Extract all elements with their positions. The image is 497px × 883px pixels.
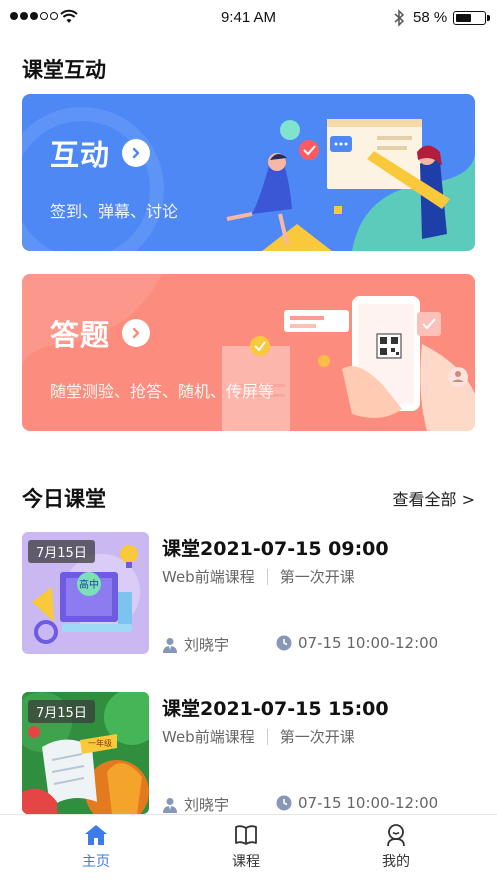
course-title: 课堂2021-07-15 09:00 — [162, 538, 389, 560]
date-tag: 7月15日 — [28, 700, 95, 723]
home-icon — [85, 825, 107, 845]
see-all-link[interactable]: 查看全部 > — [393, 486, 476, 510]
tab-course[interactable]: 课程 — [196, 823, 296, 871]
interact-card[interactable]: 互动 签到、弹幕、讨论 — [22, 94, 475, 251]
divider — [266, 568, 268, 585]
thumb-badge-text: 一年级 — [88, 738, 112, 748]
battery-icon — [453, 11, 486, 25]
course-list-item[interactable]: 一年级 7月15日 课堂2021-07-15 15:00 Web前端课程 第一次… — [22, 692, 475, 814]
course-title: 课堂2021-07-15 15:00 — [162, 698, 389, 720]
bluetooth-icon — [394, 9, 405, 27]
course-teacher: 刘晓宇 — [162, 794, 229, 815]
battery-percent: 58 % — [413, 9, 448, 26]
tab-bar: 主页 课程 我的 — [0, 814, 497, 883]
section-title-today: 今日课堂 — [22, 487, 106, 511]
user-icon — [387, 824, 405, 847]
tab-course-label: 课程 — [232, 854, 260, 870]
course-time: 07-15 10:00-12:00 — [276, 794, 438, 812]
teacher-icon — [163, 797, 177, 813]
section-title-interact: 课堂互动 — [22, 58, 106, 82]
interact-card-heading: 互动 — [50, 132, 151, 174]
thumb-badge-text: 高中 — [79, 578, 99, 591]
course-meta: Web前端课程 第一次开课 — [162, 566, 355, 587]
course-meta: Web前端课程 第一次开课 — [162, 726, 355, 747]
course-teacher: 刘晓宇 — [162, 634, 229, 655]
chevron-right-icon — [122, 139, 151, 167]
tab-home[interactable]: 主页 — [46, 823, 146, 871]
clock-icon — [276, 635, 292, 651]
tab-mine[interactable]: 我的 — [346, 823, 446, 871]
teacher-icon — [163, 637, 177, 653]
tab-home-label: 主页 — [82, 854, 110, 870]
tab-mine-label: 我的 — [382, 854, 410, 870]
clock-icon — [276, 795, 292, 811]
teacher-name: 刘晓宇 — [184, 636, 230, 654]
status-bar: 9:41 AM 58 % — [0, 0, 497, 38]
interact-card-desc: 签到、弹幕、讨论 — [50, 202, 179, 221]
interact-card-title: 互动 — [50, 138, 111, 172]
course-thumbnail: 一年级 7月15日 — [22, 692, 149, 814]
course-time-text: 07-15 10:00-12:00 — [298, 634, 439, 652]
course-subject: Web前端课程 — [162, 728, 255, 746]
book-icon — [235, 825, 257, 845]
course-session: 第一次开课 — [279, 568, 355, 586]
teacher-name: 刘晓宇 — [184, 796, 230, 814]
quiz-card-title: 答题 — [50, 318, 111, 352]
course-time: 07-15 10:00-12:00 — [276, 634, 438, 652]
course-list-item[interactable]: 高中 7月15日 课堂2021-07-15 09:00 Web前端课程 第一次开… — [22, 532, 475, 654]
quiz-card-heading: 答题 — [50, 312, 151, 354]
course-time-text: 07-15 10:00-12:00 — [298, 794, 439, 812]
course-subject: Web前端课程 — [162, 568, 255, 586]
quiz-card-desc: 随堂测验、抢答、随机、传屏等 — [50, 382, 275, 401]
date-tag: 7月15日 — [28, 540, 95, 563]
course-thumbnail: 高中 7月15日 — [22, 532, 149, 654]
quiz-card[interactable]: 答题 随堂测验、抢答、随机、传屏等 — [22, 274, 475, 431]
divider — [266, 728, 268, 745]
chevron-right-icon — [122, 319, 151, 347]
course-session: 第一次开课 — [279, 728, 355, 746]
